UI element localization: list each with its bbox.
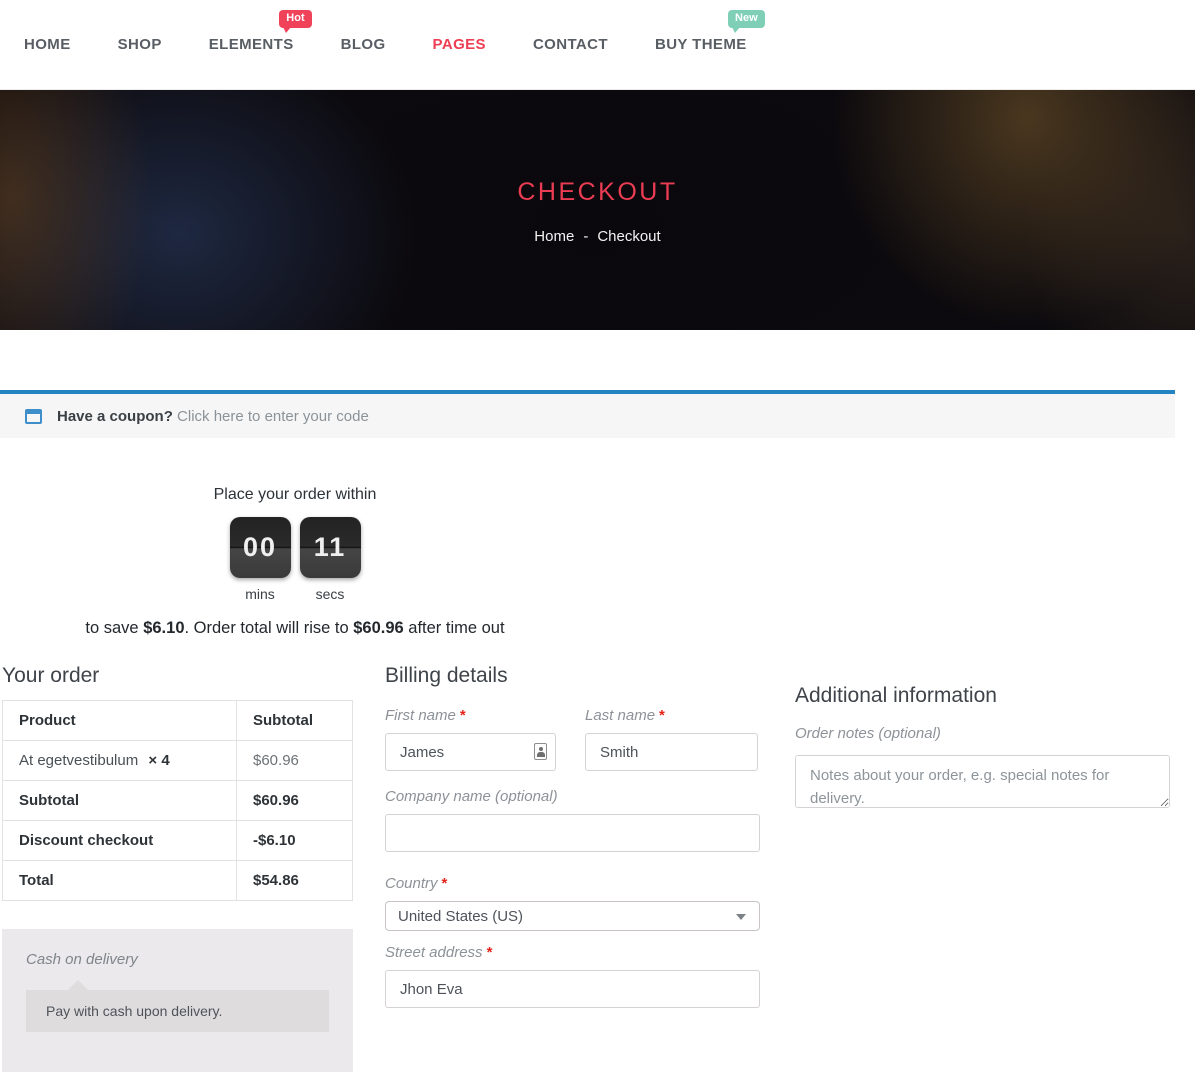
your-order-heading: Your order xyxy=(2,664,100,687)
breadcrumb-current: Checkout xyxy=(597,228,661,245)
country-label-text: Country xyxy=(385,875,438,892)
order-col-subtotal: Subtotal xyxy=(236,700,353,741)
company-name-label: Company name (optional) xyxy=(385,788,558,805)
product-name: At egetvestibulum xyxy=(19,752,139,769)
order-col-product: Product xyxy=(2,700,237,741)
discount-value: -$6.10 xyxy=(236,820,353,861)
countdown-seconds-unit: 11 secs xyxy=(299,517,361,602)
coupon-question: Have a coupon? xyxy=(57,407,173,425)
chevron-down-icon xyxy=(736,914,746,920)
window-icon xyxy=(25,408,42,424)
nav-item-pages[interactable]: PAGES xyxy=(433,36,486,53)
street-address-label-text: Street address xyxy=(385,944,483,961)
countdown-clock: 00 mins 11 secs xyxy=(0,517,590,602)
your-order-section: Your order Product Subtotal At egetvesti… xyxy=(2,664,353,1072)
nav-item-elements-label: ELEMENTS xyxy=(208,36,294,53)
name-fields-row: First name * Last name * xyxy=(385,688,760,771)
countdown-seconds: 11 xyxy=(299,517,361,578)
first-name-label-text: First name xyxy=(385,707,456,724)
country-label: Country * xyxy=(385,876,760,891)
breadcrumb-home-link[interactable]: Home xyxy=(534,228,574,245)
discount-label: Discount checkout xyxy=(2,820,237,861)
last-name-label-text: Last name xyxy=(585,707,656,724)
countdown-minutes-label: mins xyxy=(245,586,275,602)
required-asterisk: * xyxy=(659,707,665,724)
countdown-section: Place your order within 00 mins 11 secs … xyxy=(0,486,590,638)
new-badge: New xyxy=(728,10,765,33)
last-name-label: Last name * xyxy=(585,708,758,723)
total-label: Total xyxy=(2,860,237,901)
save-amount: $6.10 xyxy=(143,619,185,637)
nav-item-blog[interactable]: BLOG xyxy=(341,36,386,53)
street-address-label: Street address * xyxy=(385,945,760,960)
save-suffix: after time out xyxy=(403,619,505,637)
first-name-label: First name * xyxy=(385,708,556,723)
breadcrumb: Home - Checkout xyxy=(534,228,660,245)
country-select-value: United States (US) xyxy=(398,907,524,925)
nav-item-shop[interactable]: SHOP xyxy=(118,36,162,53)
additional-information-heading: Additional information xyxy=(795,684,997,707)
billing-details-heading: Billing details xyxy=(385,664,508,687)
subtotal-value: $60.96 xyxy=(236,780,353,821)
order-product-row: At egetvestibulum × 4 $60.96 xyxy=(2,740,353,781)
payment-method-description: Pay with cash upon delivery. xyxy=(26,980,329,1032)
product-quantity: × 4 xyxy=(148,752,170,769)
autofill-contact-icon[interactable] xyxy=(534,743,547,760)
required-asterisk: * xyxy=(459,707,466,724)
nav-item-elements[interactable]: ELEMENTS Hot xyxy=(208,10,312,53)
hero-banner: CHECKOUT Home - Checkout xyxy=(0,90,1195,330)
payment-method-cash-on-delivery[interactable]: Cash on delivery xyxy=(26,951,329,968)
required-asterisk: * xyxy=(486,944,493,961)
order-notes-label: Order notes (optional) xyxy=(795,725,941,742)
additional-information-section: Additional information Order notes (opti… xyxy=(795,664,1170,813)
order-total-row: Total $54.86 xyxy=(2,860,353,901)
checkout-main: Your order Product Subtotal At egetvesti… xyxy=(0,664,1195,1072)
order-table-header-row: Product Subtotal xyxy=(2,700,353,741)
last-name-field[interactable] xyxy=(585,733,758,771)
first-name-field[interactable] xyxy=(385,733,556,771)
rise-amount: $60.96 xyxy=(353,619,404,637)
coupon-toggle-link[interactable]: Click here to enter your code xyxy=(177,408,369,425)
nav-item-contact[interactable]: CONTACT xyxy=(533,36,608,53)
countdown-seconds-label: secs xyxy=(315,586,345,602)
coupon-bar: Have a coupon? Click here to enter your … xyxy=(0,390,1175,438)
payment-method-box: Cash on delivery Pay with cash upon deli… xyxy=(2,929,353,1072)
top-nav: HOME SHOP ELEMENTS Hot BLOG PAGES CONTAC… xyxy=(0,0,1195,90)
country-select[interactable]: United States (US) xyxy=(385,901,760,931)
coupon-text: Have a coupon? Click here to enter your … xyxy=(57,408,369,425)
product-price: $60.96 xyxy=(236,740,353,781)
save-middle: . Order total will rise to xyxy=(184,619,354,637)
countdown-minutes-unit: 00 mins xyxy=(229,517,291,602)
nav-item-buy-theme-label: BUY THEME xyxy=(654,36,747,53)
breadcrumb-separator: - xyxy=(583,228,589,245)
order-notes-field[interactable] xyxy=(795,755,1170,808)
company-name-field[interactable] xyxy=(385,814,760,852)
order-discount-row: Discount checkout -$6.10 xyxy=(2,820,353,861)
nav-item-home[interactable]: HOME xyxy=(24,36,71,53)
countdown-save-message: to save $6.10. Order total will rise to … xyxy=(0,619,590,638)
total-value: $54.86 xyxy=(236,860,353,901)
countdown-heading: Place your order within xyxy=(213,486,377,503)
subtotal-label: Subtotal xyxy=(2,780,237,821)
billing-details-section: Billing details First name* Last name* C… xyxy=(385,664,760,1008)
hot-badge: Hot xyxy=(279,10,312,33)
required-asterisk: * xyxy=(441,875,448,892)
countdown-minutes: 00 xyxy=(229,517,291,578)
nav-item-buy-theme[interactable]: BUY THEME New xyxy=(654,10,765,53)
street-address-field[interactable] xyxy=(385,970,760,1008)
page-title: CHECKOUT xyxy=(517,178,678,206)
save-prefix: to save xyxy=(85,619,144,637)
order-table: Product Subtotal At egetvestibulum × 4 $… xyxy=(2,700,353,901)
order-subtotal-row: Subtotal $60.96 xyxy=(2,780,353,821)
